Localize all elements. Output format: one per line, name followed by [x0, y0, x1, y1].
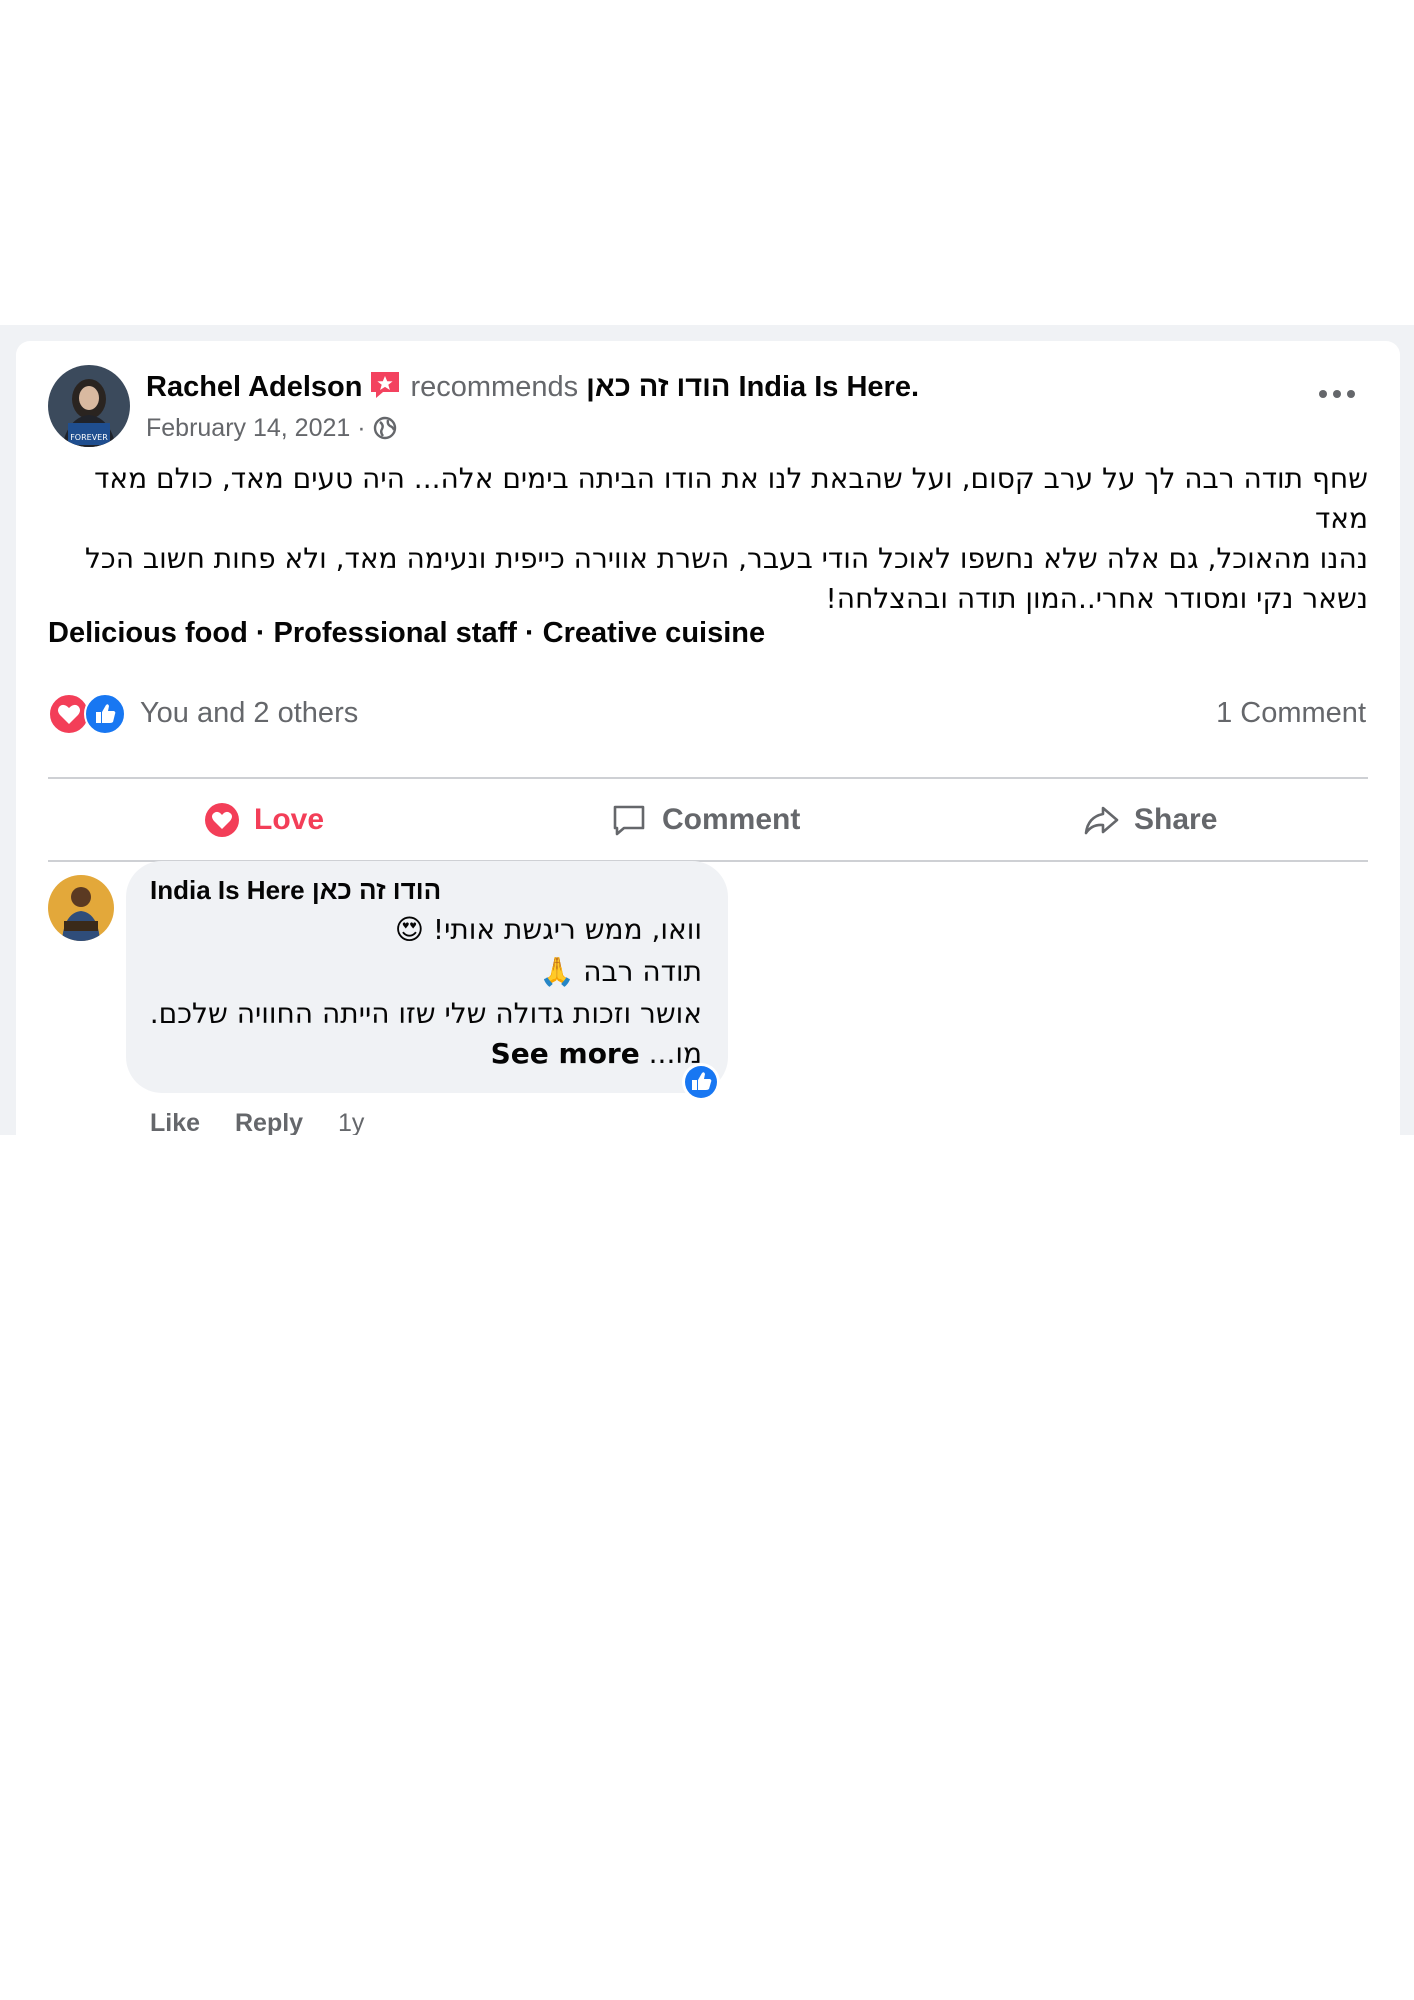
comment-truncated: מו... See more	[491, 1037, 702, 1070]
comment-reply-button[interactable]: Reply	[235, 1109, 303, 1135]
share-label: Share	[1134, 803, 1218, 836]
comment-time[interactable]: 1y	[338, 1109, 364, 1135]
author-name[interactable]: Rachel Adelson	[146, 371, 362, 403]
commenter-name[interactable]: India Is Here הודו זה כאן	[150, 875, 441, 906]
recommendation-tags: Delicious food · Professional staff · Cr…	[48, 617, 766, 649]
comment-button[interactable]: Comment	[610, 790, 800, 850]
love-label: Love	[254, 803, 325, 836]
share-icon	[1084, 806, 1119, 835]
love-icon	[205, 803, 239, 837]
post-body-line: נשאר נקי ומסודר אחרי..המון תודה ובהצלחה!	[825, 582, 1368, 615]
comment-count[interactable]: 1 Comment	[1216, 693, 1366, 733]
globe-icon	[373, 414, 397, 442]
comment-line: אושר וזכות גדולה שלי שזו הייתה החוויה של…	[149, 997, 702, 1030]
post-header: Rachel Adelson recommends הודו זה כאן Ind…	[146, 367, 919, 411]
comment-like-button[interactable]: Like	[150, 1109, 200, 1135]
more-options-icon[interactable]	[1316, 385, 1360, 405]
page-link[interactable]: הודו זה כאן India Is Here.	[586, 371, 919, 403]
svg-text:FOREVER: FOREVER	[70, 433, 108, 442]
commenter-avatar[interactable]	[48, 875, 114, 941]
see-more-link[interactable]: See more	[491, 1037, 640, 1070]
comment-like-reaction[interactable]	[682, 1063, 720, 1101]
post-card: FOREVER Rachel Adelson recommends הודו זה…	[16, 341, 1400, 1135]
love-button[interactable]: Love	[204, 790, 324, 850]
comment-line: וואו, ממש ריגשת אותי! 😍	[394, 913, 702, 946]
comment-icon	[613, 805, 645, 836]
comment-bubble: India Is Here הודו זה כאן וואו, ממש ריגש…	[126, 861, 728, 1093]
recommends-label: recommends	[410, 371, 579, 403]
recommend-badge-icon	[368, 370, 402, 411]
post-meta: February 14, 2021 ·	[146, 411, 397, 445]
post-body-line: שחף תודה רבה לך על ערב קסום, ועל שהבאת ל…	[94, 462, 1368, 535]
share-button[interactable]: Share	[1082, 790, 1217, 850]
reactions-text: You and 2 others	[140, 697, 359, 729]
feed-background: FOREVER Rachel Adelson recommends הודו זה…	[0, 325, 1414, 1135]
divider	[48, 777, 1368, 779]
post-body: שחף תודה רבה לך על ערב קסום, ועל שהבאת ל…	[64, 459, 1368, 619]
like-icon	[84, 693, 126, 735]
post-date[interactable]: February 14, 2021 ·	[146, 414, 366, 442]
like-icon	[685, 1066, 717, 1098]
comment-label: Comment	[662, 803, 801, 836]
post-body-line: נהנו מהאוכל, גם אלה שלא נחשפו לאוכל הודי…	[85, 542, 1368, 575]
comment-actions: Like Reply 1y	[150, 1109, 392, 1135]
comment-line: תודה רבה 🙏	[539, 955, 702, 988]
author-avatar[interactable]: FOREVER	[48, 365, 130, 447]
